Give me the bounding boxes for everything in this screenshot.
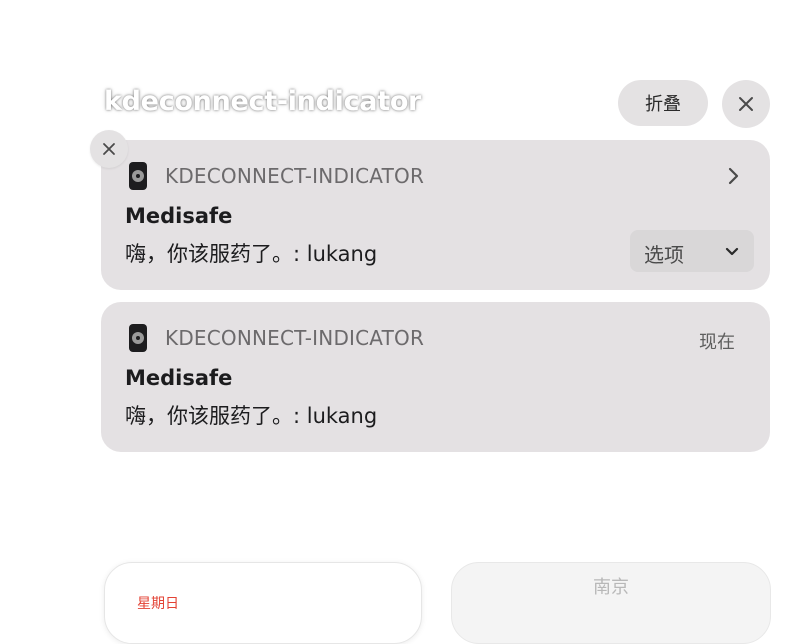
weather-city: 南京 (593, 577, 629, 598)
chevron-down-icon (725, 247, 739, 256)
notification-body: 嗨，你该服药了。: lukang (125, 242, 378, 266)
notification-body: 嗨，你该服药了。: lukang (125, 404, 378, 428)
kdeconnect-app-icon (129, 324, 147, 352)
notification-time: 现在 (699, 332, 735, 353)
close-icon (103, 143, 115, 155)
chevron-right-icon[interactable] (721, 164, 745, 188)
close-icon (739, 97, 753, 111)
weather-widget[interactable]: 南京 (451, 562, 771, 644)
notification-app-name: KDECONNECT-INDICATOR (165, 164, 425, 188)
calendar-weekday: 星期日 (137, 596, 179, 612)
options-label: 选项 (644, 243, 684, 267)
notification-group-header: kdeconnect-indicator 折叠 (104, 80, 774, 128)
notification-title: Medisafe (125, 366, 233, 390)
dismiss-notification-button[interactable] (90, 130, 128, 168)
close-group-button[interactable] (722, 80, 770, 128)
notification-group-title: kdeconnect-indicator (104, 86, 422, 117)
collapse-button[interactable]: 折叠 (618, 80, 708, 126)
notification-card[interactable]: KDECONNECT-INDICATOR Medisafe 嗨，你该服药了。: … (101, 140, 770, 290)
calendar-widget[interactable]: 星期日 (104, 562, 422, 644)
notification-app-name: KDECONNECT-INDICATOR (165, 326, 425, 350)
kdeconnect-app-icon (129, 162, 147, 190)
notification-title: Medisafe (125, 204, 233, 228)
options-dropdown[interactable]: 选项 (630, 230, 754, 272)
notification-card[interactable]: KDECONNECT-INDICATOR 现在 Medisafe 嗨，你该服药了… (101, 302, 770, 452)
